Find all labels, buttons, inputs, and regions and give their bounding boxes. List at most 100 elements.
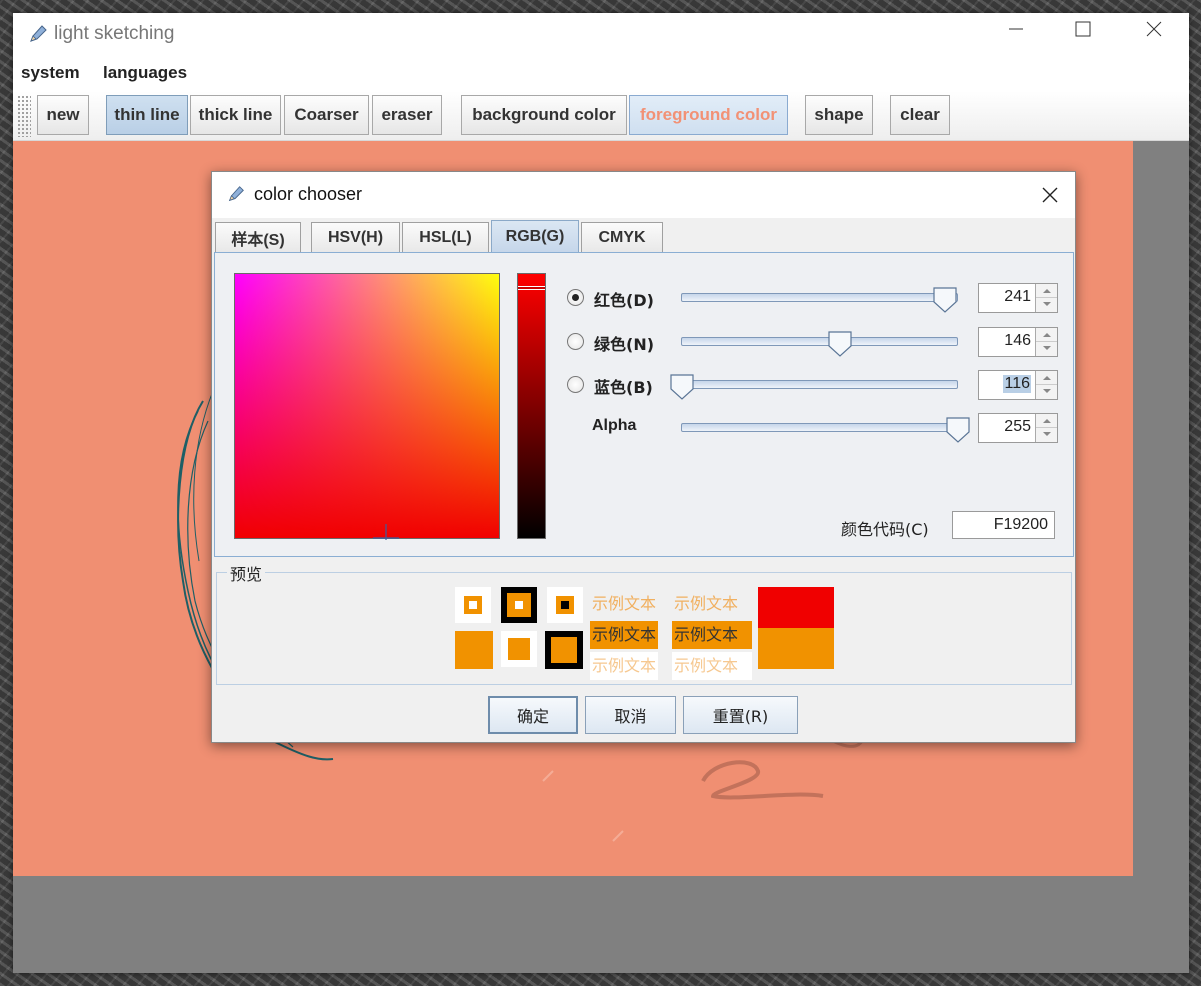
tab-swatches[interactable]: 样本(S) — [215, 222, 301, 252]
blue-radio[interactable] — [567, 376, 584, 393]
alpha-value[interactable]: 255 — [1004, 418, 1031, 436]
clear-button[interactable]: clear — [890, 95, 950, 135]
red-channel-bar[interactable] — [517, 273, 546, 539]
blue-slider-thumb[interactable] — [669, 371, 695, 401]
spin-up-icon[interactable] — [1036, 284, 1057, 298]
blue-label: 蓝色(B) — [594, 378, 653, 397]
swatch-fill — [507, 593, 531, 617]
dialog-close-button[interactable] — [1033, 180, 1067, 210]
swatch-fill — [556, 596, 574, 614]
app-title: light sketching — [54, 23, 175, 44]
blue-spinner[interactable]: 116 — [978, 370, 1058, 400]
spin-down-icon[interactable] — [1036, 385, 1057, 399]
new-button[interactable]: new — [37, 95, 89, 135]
background-color-button[interactable]: background color — [461, 95, 627, 135]
preview-swatch — [501, 587, 537, 623]
sample-text: 示例文本 — [590, 621, 659, 649]
previous-color-swatch — [758, 587, 834, 628]
spin-up-icon[interactable] — [1036, 371, 1057, 385]
color-gradient-square[interactable] — [234, 273, 500, 540]
red-radio[interactable] — [567, 289, 584, 306]
green-spinner[interactable]: 146 — [978, 327, 1058, 357]
preview-swatch — [545, 631, 583, 669]
alpha-slider[interactable] — [681, 423, 958, 432]
red-value[interactable]: 241 — [1004, 288, 1031, 306]
spin-down-icon[interactable] — [1036, 298, 1057, 312]
shape-button[interactable]: shape — [805, 95, 873, 135]
sample-text: 示例文本 — [592, 594, 657, 613]
spin-down-icon[interactable] — [1036, 342, 1057, 356]
blue-value[interactable]: 116 — [1003, 375, 1031, 393]
spin-down-icon[interactable] — [1036, 428, 1057, 442]
spinner-buttons — [1035, 414, 1057, 442]
sample-text: 示例文本 — [672, 652, 752, 680]
tab-rgb[interactable]: RGB(G) — [491, 220, 579, 253]
color-code-label: 颜色代码(C) — [841, 520, 929, 539]
pencil-icon — [30, 25, 47, 42]
pencil-icon — [228, 186, 244, 202]
preview-panel: 预览 示例文本 示例文本 示例文本 示例文本 示例文本 示例文本 — [216, 561, 1072, 685]
red-row: 红色(D) 241 — [567, 283, 1067, 313]
spin-up-icon[interactable] — [1036, 328, 1057, 342]
sample-text: 示例文本 — [674, 594, 739, 613]
sample-text: 示例文本 — [672, 621, 752, 649]
spin-up-icon[interactable] — [1036, 414, 1057, 428]
preview-swatch — [455, 587, 491, 623]
foreground-color-button[interactable]: foreground color — [629, 95, 788, 135]
color-chooser-dialog: color chooser 样本(S) HSV(H) HSL(L) RGB(G)… — [211, 171, 1076, 743]
spinner-buttons — [1035, 284, 1057, 312]
spinner-buttons — [1035, 328, 1057, 356]
menu-languages[interactable]: languages — [103, 63, 187, 83]
green-value[interactable]: 146 — [1004, 332, 1031, 350]
alpha-slider-thumb[interactable] — [945, 414, 971, 444]
tab-cmyk[interactable]: CMYK — [581, 222, 663, 252]
app-titlebar: light sketching — [13, 13, 1189, 57]
green-row: 绿色(N) 146 — [567, 327, 1067, 357]
preview-title: 预览 — [227, 561, 266, 585]
coarser-button[interactable]: Coarser — [284, 95, 369, 135]
preview-swatch — [547, 587, 583, 623]
toolbar-grip[interactable] — [17, 95, 31, 137]
reset-button[interactable]: 重置(R) — [683, 696, 798, 734]
green-radio[interactable] — [567, 333, 584, 350]
thick-line-button[interactable]: thick line — [190, 95, 281, 135]
thin-line-button[interactable]: thin line — [106, 95, 188, 135]
menubar: system languages — [13, 61, 1189, 87]
red-spinner[interactable]: 241 — [978, 283, 1058, 313]
maximize-icon — [1075, 21, 1091, 37]
crosshair-icon — [373, 524, 399, 540]
swatch-inner — [469, 601, 477, 609]
close-icon — [1146, 21, 1162, 37]
close-button[interactable] — [1130, 19, 1178, 51]
red-slider[interactable] — [681, 293, 958, 302]
color-code-field[interactable]: F19200 — [952, 511, 1055, 539]
swatch-inner — [561, 601, 569, 609]
tab-hsl[interactable]: HSL(L) — [402, 222, 489, 252]
sample-text: 示例文本 — [590, 652, 659, 680]
dialog-title: color chooser — [254, 184, 363, 204]
cancel-button[interactable]: 取消 — [585, 696, 676, 734]
minimize-button[interactable] — [992, 19, 1040, 51]
menu-system[interactable]: system — [21, 63, 80, 83]
ok-button[interactable]: 确定 — [488, 696, 578, 734]
color-code-value[interactable]: F19200 — [994, 516, 1048, 534]
eraser-button[interactable]: eraser — [372, 95, 442, 135]
rgb-panel: 红色(D) 241 绿色(N) 146 蓝色(B) 116 Alpha 255 … — [214, 252, 1074, 557]
preview-swatch — [455, 631, 493, 669]
green-slider-thumb[interactable] — [827, 328, 853, 358]
tab-hsv[interactable]: HSV(H) — [311, 222, 400, 252]
dialog-titlebar: color chooser — [212, 172, 1075, 218]
minimize-icon — [1009, 28, 1023, 30]
green-label: 绿色(N) — [594, 335, 655, 354]
red-slider-thumb[interactable] — [932, 284, 958, 314]
alpha-spinner[interactable]: 255 — [978, 413, 1058, 443]
channel-marker[interactable] — [518, 286, 545, 290]
swatch-inner — [515, 601, 523, 609]
blue-slider[interactable] — [681, 380, 958, 389]
maximize-button[interactable] — [1059, 19, 1107, 51]
swatch-fill — [464, 596, 482, 614]
alpha-label: Alpha — [592, 417, 637, 434]
swatch-fill — [551, 637, 577, 663]
green-slider[interactable] — [681, 337, 958, 346]
toolbar: new thin line thick line Coarser eraser … — [13, 91, 1189, 141]
